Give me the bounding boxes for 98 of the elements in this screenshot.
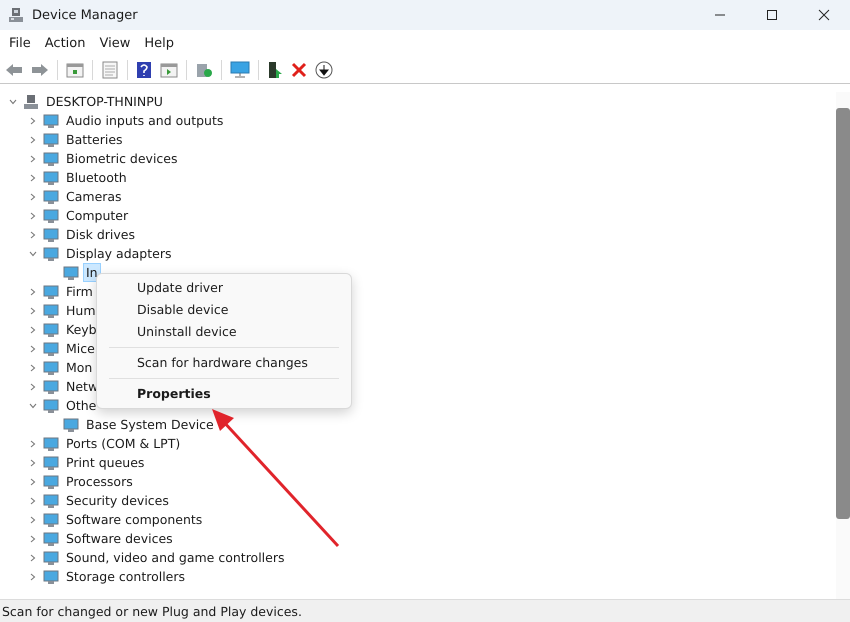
- device-icon: [63, 264, 79, 280]
- device-icon: [43, 170, 59, 186]
- device-arrow-icon: [267, 61, 283, 79]
- menu-item[interactable]: Uninstall device: [105, 321, 343, 343]
- expand-chevron-icon[interactable]: [28, 362, 38, 372]
- tree-item[interactable]: Mon: [63, 358, 96, 377]
- computer-icon: [23, 94, 39, 110]
- device-icon: [43, 302, 59, 318]
- close-icon: [818, 9, 830, 21]
- help-icon: [136, 61, 152, 79]
- device-icon: [43, 512, 59, 528]
- device-icon: [43, 150, 59, 166]
- maximize-icon: [766, 9, 778, 21]
- device-icon: [43, 284, 59, 300]
- scrollbar-thumb[interactable]: [836, 108, 850, 519]
- device-icon: [43, 550, 59, 566]
- expand-chevron-icon[interactable]: [28, 230, 38, 240]
- tree-item[interactable]: Batteries: [63, 130, 126, 149]
- right-arrow-icon: [31, 63, 49, 77]
- monitor-icon: [230, 61, 250, 79]
- tree-item[interactable]: Othe: [63, 396, 100, 415]
- device-icon: [43, 530, 59, 546]
- device-icon: [43, 226, 59, 242]
- tree-item[interactable]: Computer: [63, 206, 132, 225]
- status-text: Scan for changed or new Plug and Play devices.: [2, 604, 302, 618]
- device-icon: [43, 378, 59, 394]
- down-arrow-circle-icon: [315, 61, 333, 79]
- expand-chevron-icon[interactable]: [28, 572, 38, 582]
- tree-item[interactable]: In: [83, 263, 101, 282]
- expand-chevron-icon[interactable]: [28, 154, 38, 164]
- menu-item[interactable]: File: [2, 33, 38, 54]
- expand-chevron-icon[interactable]: [28, 116, 38, 126]
- tree-item[interactable]: Security devices: [63, 491, 172, 510]
- expand-chevron-icon[interactable]: [28, 134, 38, 144]
- device-icon: [43, 568, 59, 584]
- tree-item[interactable]: Audio inputs and outputs: [63, 111, 226, 130]
- menu-item[interactable]: Action: [38, 33, 92, 54]
- left-arrow-icon: [5, 63, 23, 77]
- computer-icon: [8, 7, 24, 23]
- tree-item[interactable]: Processors: [63, 472, 136, 491]
- device-icon: [43, 112, 59, 128]
- expand-chevron-icon[interactable]: [28, 476, 38, 486]
- menu-item[interactable]: View: [92, 33, 138, 54]
- window-icon: [160, 62, 178, 78]
- expand-chevron-icon[interactable]: [28, 324, 38, 334]
- expand-chevron-icon[interactable]: [28, 286, 38, 296]
- tree-item[interactable]: Sound, video and game controllers: [63, 548, 288, 567]
- tree-item[interactable]: Base System Device: [83, 415, 217, 434]
- device-icon: [43, 246, 59, 262]
- tree-item[interactable]: Disk drives: [63, 225, 138, 244]
- device-icon: [63, 416, 79, 432]
- expand-chevron-icon[interactable]: [28, 534, 38, 544]
- expand-chevron-icon[interactable]: [28, 514, 38, 524]
- menu-item[interactable]: Disable device: [105, 299, 343, 321]
- menu-item[interactable]: Properties: [105, 383, 343, 405]
- device-icon: [43, 322, 59, 338]
- tree-item[interactable]: Keyb: [63, 320, 100, 339]
- expand-chevron-icon[interactable]: [28, 306, 38, 316]
- tree-item[interactable]: Mice: [63, 339, 98, 358]
- scrollbar[interactable]: [836, 92, 850, 599]
- device-icon: [43, 436, 59, 452]
- device-icon: [43, 360, 59, 376]
- tree-item[interactable]: Biometric devices: [63, 149, 180, 168]
- device-icon: [43, 132, 59, 148]
- device-icon: [43, 398, 59, 414]
- tree-item[interactable]: Storage controllers: [63, 567, 188, 586]
- expand-chevron-icon[interactable]: [28, 382, 38, 392]
- menu-item[interactable]: Scan for hardware changes: [105, 352, 343, 374]
- menu-item[interactable]: Update driver: [105, 277, 343, 299]
- tree-item[interactable]: Print queues: [63, 453, 148, 472]
- expand-chevron-icon[interactable]: [28, 438, 38, 448]
- cross-icon: [291, 62, 307, 78]
- expand-chevron-icon[interactable]: [28, 172, 38, 182]
- tree-item[interactable]: Software devices: [63, 529, 176, 548]
- device-icon: [43, 454, 59, 470]
- device-icon: [43, 340, 59, 356]
- expand-chevron-icon[interactable]: [28, 344, 38, 354]
- device-icon: [43, 188, 59, 204]
- tree-item[interactable]: Bluetooth: [63, 168, 130, 187]
- expand-chevron-icon[interactable]: [28, 496, 38, 506]
- expand-chevron-icon[interactable]: [28, 192, 38, 202]
- expand-chevron-icon[interactable]: [28, 210, 38, 220]
- tree-item[interactable]: Software components: [63, 510, 206, 529]
- tree-item[interactable]: Ports (COM & LPT): [63, 434, 184, 453]
- tree-item[interactable]: Hum: [63, 301, 98, 320]
- tree-item[interactable]: Cameras: [63, 187, 125, 206]
- tree-item[interactable]: DESKTOP-THNINPU: [43, 92, 166, 111]
- tree-item[interactable]: Display adapters: [63, 244, 174, 263]
- device-icon: [43, 474, 59, 490]
- window-title: Device Manager: [32, 8, 138, 22]
- window-icon: [66, 62, 84, 78]
- device-icon: [43, 208, 59, 224]
- document-icon: [101, 61, 119, 79]
- expand-chevron-icon[interactable]: [28, 552, 38, 562]
- menu-item[interactable]: Help: [137, 33, 181, 54]
- expand-chevron-icon[interactable]: [28, 458, 38, 468]
- device-icon: [43, 492, 59, 508]
- tree-item[interactable]: Firm: [63, 282, 96, 301]
